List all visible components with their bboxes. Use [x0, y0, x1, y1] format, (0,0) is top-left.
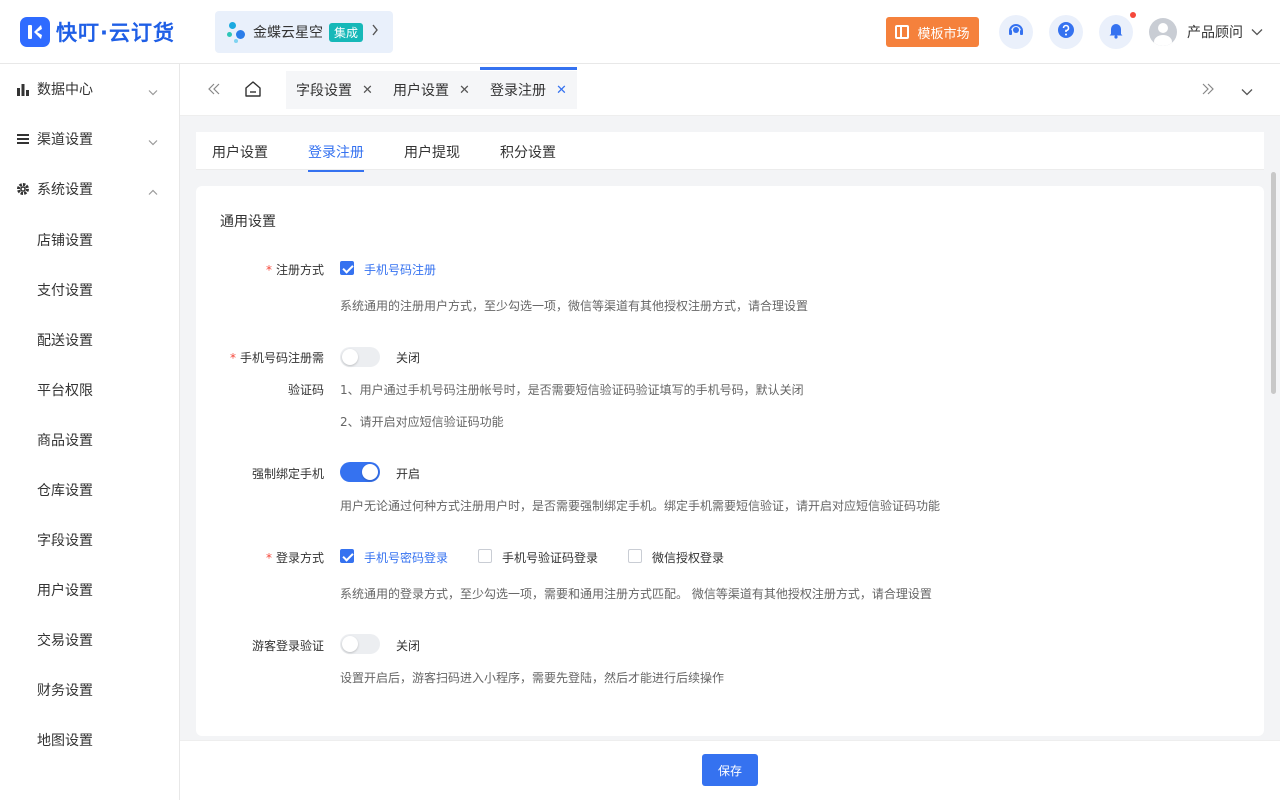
- close-icon[interactable]: ✕: [362, 83, 373, 98]
- login-password-option[interactable]: 手机号密码登录: [364, 549, 448, 566]
- sidebar-group-label: 数据中心: [37, 82, 93, 98]
- list-icon: [16, 132, 30, 146]
- subtab-user-withdraw[interactable]: 用户提现: [404, 142, 460, 162]
- help-button[interactable]: [1049, 15, 1083, 49]
- login-wechat-option[interactable]: 微信授权登录: [652, 549, 724, 566]
- sidebar-group-channel[interactable]: 渠道设置: [0, 114, 179, 164]
- brand-k-icon: [20, 17, 50, 47]
- save-button[interactable]: 保存: [702, 754, 758, 786]
- chevron-down-icon: [148, 134, 158, 150]
- close-icon[interactable]: ✕: [459, 83, 470, 98]
- headset-icon: [1007, 21, 1025, 43]
- tab-label: 字段设置: [296, 83, 352, 99]
- bell-icon: [1108, 21, 1124, 43]
- integration-switcher[interactable]: 金蝶云星空 集成: [215, 11, 393, 53]
- sidebar-item-warehouse[interactable]: 仓库设置: [37, 480, 93, 500]
- sidebar-item-payment[interactable]: 支付设置: [37, 280, 93, 300]
- avatar: [1149, 18, 1177, 46]
- sidebar: 数据中心 渠道设置 系统设置 店铺设置 支付设置 配送设置 平台权限 商品设置 …: [0, 64, 180, 800]
- sidebar-group-label: 系统设置: [37, 182, 93, 198]
- chevron-right-icon: [371, 24, 379, 40]
- subtab-user-settings[interactable]: 用户设置: [212, 142, 268, 162]
- bar-chart-icon: [16, 82, 30, 96]
- login-method-hint: 系统通用的登录方式，至少勾选一项，需要和通用注册方式匹配。 微信等渠道有其他授权…: [340, 587, 932, 601]
- sidebar-item-product[interactable]: 商品设置: [37, 430, 93, 450]
- sidebar-item-finance[interactable]: 财务设置: [37, 680, 93, 700]
- tab-login-register[interactable]: 登录注册 ✕: [480, 67, 577, 109]
- register-method-hint: 系统通用的注册用户方式，至少勾选一项，微信等渠道有其他授权注册方式，请合理设置: [340, 299, 809, 313]
- brand-name: 快叮·云订货: [56, 21, 175, 45]
- notifications-button[interactable]: [1099, 15, 1133, 49]
- tab-label: 用户设置: [393, 83, 449, 99]
- user-name: 产品顾问: [1187, 25, 1243, 41]
- sidebar-item-users[interactable]: 用户设置: [37, 580, 93, 600]
- guest-verify-hint: 设置开启后，游客扫码进入小程序，需要先登陆，然后才能进行后续操作: [340, 671, 725, 685]
- question-icon: [1057, 21, 1075, 43]
- bind-phone-switch[interactable]: [340, 462, 380, 482]
- sms-verify-switch[interactable]: [340, 347, 380, 367]
- required-mark: *: [265, 263, 272, 277]
- subtab-login-register[interactable]: 登录注册: [308, 142, 364, 172]
- open-tabs-bar: 字段设置 ✕ 用户设置 ✕ 登录注册 ✕: [180, 64, 1280, 116]
- sms-verify-hint-1: 1、用户通过手机号码注册帐号时，是否需要短信验证码验证填写的手机号码，默认关闭: [340, 383, 804, 397]
- customer-service-button[interactable]: [999, 15, 1033, 49]
- sms-verify-label: * 手机号码注册需: [229, 351, 324, 365]
- integration-name: 金蝶云星空: [253, 25, 323, 41]
- guest-verify-label: 游客登录验证: [251, 639, 324, 653]
- guest-verify-state: 关闭: [396, 639, 421, 653]
- double-chevron-right-icon[interactable]: [1202, 83, 1214, 99]
- bind-phone-hint: 用户无论通过何种方式注册用户时，是否需要强制绑定手机。绑定手机需要短信验证，请开…: [340, 499, 941, 513]
- sidebar-item-permissions[interactable]: 平台权限: [37, 380, 93, 400]
- login-sms-checkbox[interactable]: [478, 549, 492, 563]
- tab-label: 登录注册: [490, 83, 546, 99]
- chevron-down-icon[interactable]: [1241, 85, 1253, 100]
- bind-phone-label: 强制绑定手机: [251, 467, 324, 481]
- login-method-label: * 登录方式: [265, 551, 324, 565]
- sidebar-item-store[interactable]: 店铺设置: [37, 230, 93, 250]
- home-icon[interactable]: [244, 80, 262, 102]
- tab-field-settings[interactable]: 字段设置 ✕: [286, 71, 383, 109]
- sms-verify-hint-2: 2、请开启对应短信验证码功能: [340, 415, 504, 429]
- required-mark: *: [229, 351, 236, 365]
- sidebar-group-label: 渠道设置: [37, 132, 93, 148]
- register-method-label: * 注册方式: [265, 263, 324, 277]
- login-password-checkbox[interactable]: [340, 549, 354, 563]
- chevron-up-icon: [148, 184, 158, 200]
- section-title: 通用设置: [220, 214, 276, 230]
- sidebar-item-map[interactable]: 地图设置: [37, 730, 93, 750]
- notification-dot: [1130, 12, 1136, 18]
- sidebar-item-fields[interactable]: 字段设置: [37, 530, 93, 550]
- register-phone-checkbox[interactable]: [340, 261, 354, 275]
- sms-verify-label-cont: 验证码: [287, 383, 324, 397]
- chevron-down-icon: [148, 84, 158, 100]
- top-header: 快叮·云订货 金蝶云星空 集成 模板市场 产品顾问: [0, 0, 1280, 64]
- content-scrollbar[interactable]: [1271, 172, 1276, 394]
- integration-logo-icon: [227, 21, 249, 43]
- login-sms-option[interactable]: 手机号验证码登录: [502, 549, 598, 566]
- login-wechat-checkbox[interactable]: [628, 549, 642, 563]
- template-icon: [895, 25, 910, 39]
- template-market-button[interactable]: 模板市场: [886, 17, 979, 47]
- tab-user-settings[interactable]: 用户设置 ✕: [383, 71, 480, 109]
- bind-phone-state: 开启: [396, 467, 421, 481]
- chevron-down-icon: [1251, 25, 1263, 40]
- sms-verify-state: 关闭: [396, 351, 421, 365]
- gear-icon: [16, 182, 30, 196]
- sidebar-item-trade[interactable]: 交易设置: [37, 630, 93, 650]
- sidebar-group-system[interactable]: 系统设置: [0, 164, 179, 214]
- integration-tag: 集成: [329, 22, 364, 42]
- settings-subtabs: 用户设置 登录注册 用户提现 积分设置: [196, 132, 1264, 172]
- template-market-label: 模板市场: [917, 26, 970, 42]
- user-menu[interactable]: 产品顾问: [1149, 18, 1263, 46]
- subtab-points[interactable]: 积分设置: [500, 142, 556, 162]
- register-phone-option[interactable]: 手机号码注册: [364, 261, 436, 278]
- close-icon[interactable]: ✕: [556, 83, 567, 98]
- double-chevron-left-icon[interactable]: [208, 83, 220, 99]
- sidebar-group-data-center[interactable]: 数据中心: [0, 64, 179, 114]
- guest-verify-switch[interactable]: [340, 634, 380, 654]
- brand-logo[interactable]: 快叮·云订货: [20, 17, 175, 47]
- sidebar-item-delivery[interactable]: 配送设置: [37, 330, 93, 350]
- required-mark: *: [265, 551, 272, 565]
